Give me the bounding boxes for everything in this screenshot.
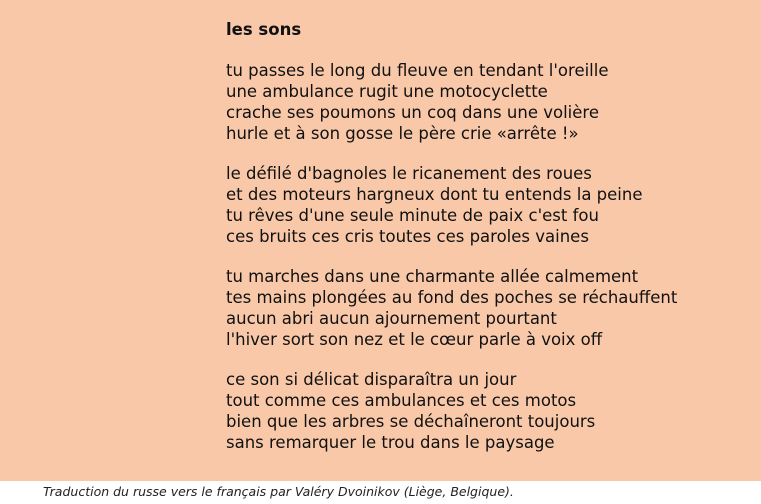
poem-line: et des moteurs hargneux dont tu entends … <box>226 185 643 204</box>
poem-line: sans remarquer le trou dans le paysage <box>226 433 555 452</box>
poem-title: les sons <box>226 20 302 39</box>
poem-line: aucun abri aucun ajournement pourtant <box>226 309 557 328</box>
poem-line: tout comme ces ambulances et ces motos <box>226 391 577 410</box>
stanza-3: tu marches dans une charmante allée calm… <box>226 266 756 350</box>
poem-line: une ambulance rugit une motocyclette <box>226 82 548 101</box>
poem-line: ces bruits ces cris toutes ces paroles v… <box>226 227 589 246</box>
poem-line: tu passes le long du fleuve en tendant l… <box>226 61 609 80</box>
poem: les sons tu passes le long du fleuve en … <box>226 18 756 453</box>
stanza-2: le défilé d'bagnoles le ricanement des r… <box>226 163 756 247</box>
poem-line: hurle et à son gosse le père crie «arrêt… <box>226 124 579 143</box>
stanza-1: tu passes le long du fleuve en tendant l… <box>226 60 756 144</box>
translation-note: Traduction du russe vers le français par… <box>43 484 514 499</box>
poem-line: l'hiver sort son nez et le cœur parle à … <box>226 330 603 349</box>
poem-line: ce son si délicat disparaîtra un jour <box>226 370 517 389</box>
poem-line: le défilé d'bagnoles le ricanement des r… <box>226 164 592 183</box>
poem-line: bien que les arbres se déchaîneront touj… <box>226 412 596 431</box>
poem-line: crache ses poumons un coq dans une voliè… <box>226 103 599 122</box>
poem-panel: les sons tu passes le long du fleuve en … <box>0 0 761 481</box>
stanza-4: ce son si délicat disparaîtra un jour to… <box>226 369 756 453</box>
poem-line: tu rêves d'une seule minute de paix c'es… <box>226 206 599 225</box>
poem-line: tu marches dans une charmante allée calm… <box>226 267 639 286</box>
poem-line: tes mains plongées au fond des poches se… <box>226 288 678 307</box>
